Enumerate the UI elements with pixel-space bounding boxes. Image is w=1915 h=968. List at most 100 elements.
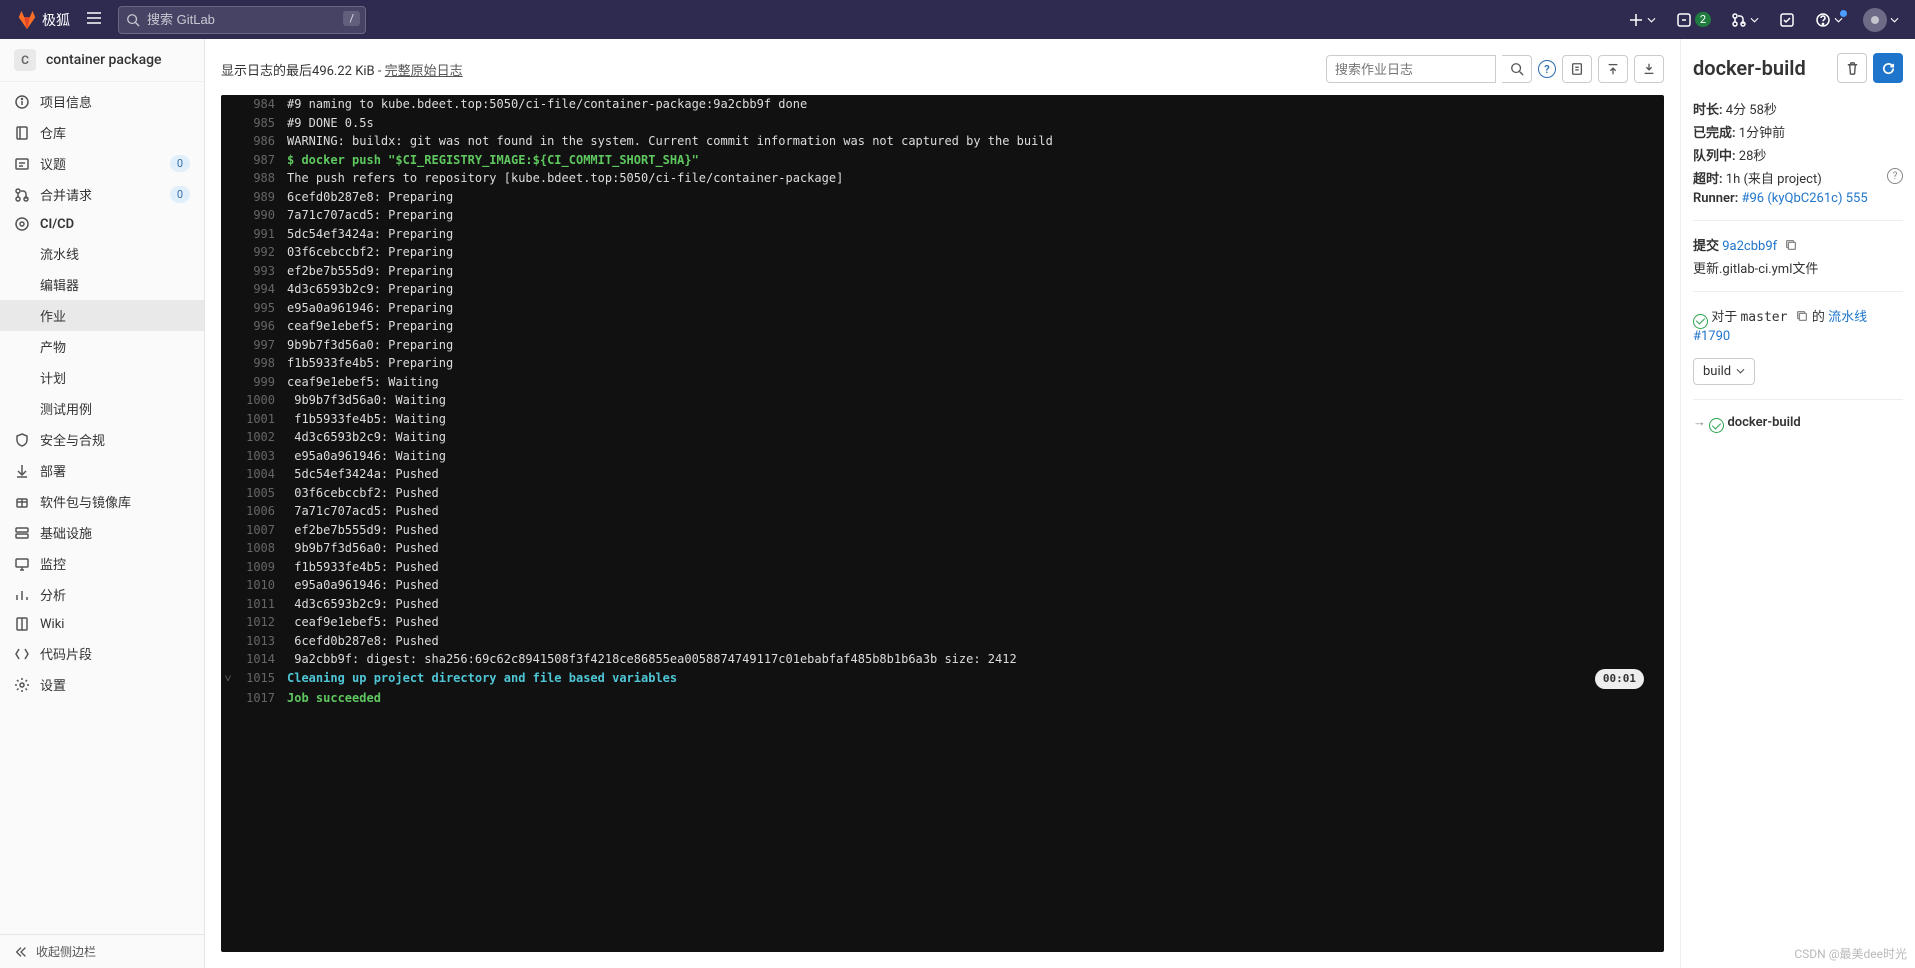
log-line: 99203f6cebccbf2: Preparing bbox=[221, 243, 1664, 262]
help-button[interactable]: ? bbox=[1538, 60, 1556, 78]
scroll-bottom-button[interactable] bbox=[1634, 55, 1664, 83]
user-menu[interactable] bbox=[1855, 2, 1907, 38]
log-line: 1010 e95a0a961946: Pushed bbox=[221, 576, 1664, 595]
sidebar-item[interactable]: 安全与合规 bbox=[0, 424, 204, 455]
timeout-help[interactable]: ? bbox=[1887, 168, 1903, 184]
scroll-top-button[interactable] bbox=[1598, 55, 1628, 83]
line-text: 03f6cebccbf2: Preparing bbox=[287, 243, 1664, 262]
sidebar-item[interactable]: 设置 bbox=[0, 669, 204, 700]
job-log-search-button[interactable] bbox=[1502, 55, 1532, 83]
job-log-console[interactable]: 984#9 naming to kube.bdeet.top:5050/ci-f… bbox=[221, 95, 1664, 952]
line-text: WARNING: buildx: git was not found in th… bbox=[287, 132, 1664, 151]
sidebar-item[interactable]: 测试用例 bbox=[0, 393, 204, 424]
line-text: 5dc54ef3424a: Preparing bbox=[287, 225, 1664, 244]
line-number: 997 bbox=[235, 336, 287, 355]
log-line: 985#9 DONE 0.5s bbox=[221, 114, 1664, 133]
commit-link[interactable]: 9a2cbb9f bbox=[1722, 239, 1777, 254]
sidebar-item[interactable]: 作业 bbox=[0, 300, 204, 331]
retry-job-button[interactable] bbox=[1873, 53, 1903, 83]
todos-shortcut[interactable] bbox=[1771, 6, 1803, 34]
log-pane: 显示日志的最后496.22 KiB - 完整原始日志 ? 984#9 namin… bbox=[205, 39, 1680, 968]
collapse-chevron bbox=[221, 151, 235, 170]
merge-requests-shortcut[interactable] bbox=[1723, 6, 1767, 34]
sidebar-item[interactable]: 软件包与镜像库 bbox=[0, 486, 204, 517]
delete-job-button[interactable] bbox=[1837, 53, 1867, 83]
sidebar-item[interactable]: Wiki bbox=[0, 610, 204, 638]
log-line: 9915dc54ef3424a: Preparing bbox=[221, 225, 1664, 244]
sidebar-item[interactable]: 合并请求0 bbox=[0, 179, 204, 210]
job-log-search-input[interactable] bbox=[1326, 55, 1496, 83]
sidebar-item[interactable]: 代码片段 bbox=[0, 638, 204, 669]
sidebar-item-label: 部署 bbox=[40, 461, 66, 480]
help-dropdown[interactable] bbox=[1807, 6, 1851, 34]
collapse-chevron bbox=[221, 354, 235, 373]
sidebar-item[interactable]: 计划 bbox=[0, 362, 204, 393]
top-navbar: 极狐 / 2 bbox=[0, 0, 1915, 39]
raw-log-link[interactable]: 完整原始日志 bbox=[385, 64, 463, 79]
sidebar-item-label: 基础设施 bbox=[40, 523, 92, 542]
line-text: 9b9b7f3d56a0: Waiting bbox=[287, 391, 1664, 410]
sidebar-item[interactable]: 监控 bbox=[0, 548, 204, 579]
line-number: 992 bbox=[235, 243, 287, 262]
collapse-chevron bbox=[221, 299, 235, 318]
runner-link[interactable]: #96 (kyQbC261c) 555 bbox=[1742, 191, 1868, 206]
log-line: 1004 5dc54ef3424a: Pushed bbox=[221, 465, 1664, 484]
current-job-row[interactable]: → docker-build bbox=[1693, 414, 1903, 434]
project-header[interactable]: C container package bbox=[0, 39, 204, 82]
collapse-chevron bbox=[221, 206, 235, 225]
collapse-chevron bbox=[221, 114, 235, 133]
line-number: 1005 bbox=[235, 484, 287, 503]
monitor-icon bbox=[14, 556, 30, 572]
chevron-down-icon bbox=[1736, 368, 1745, 374]
line-text: The push refers to repository [kube.bdee… bbox=[287, 169, 1664, 188]
sidebar-item[interactable]: CI/CD bbox=[0, 210, 204, 238]
brand-logo[interactable]: 极狐 bbox=[8, 9, 78, 31]
log-line: 1002 4d3c6593b2c9: Waiting bbox=[221, 428, 1664, 447]
collapse-chevron[interactable]: ˅ bbox=[221, 669, 235, 690]
download-raw-button[interactable] bbox=[1562, 55, 1592, 83]
line-text: e95a0a961946: Pushed bbox=[287, 576, 1664, 595]
topbar-right: 2 bbox=[1620, 2, 1907, 38]
log-header: 显示日志的最后496.22 KiB - 完整原始日志 ? bbox=[221, 47, 1664, 95]
hamburger-button[interactable] bbox=[78, 4, 110, 36]
stage-dropdown[interactable]: build bbox=[1693, 358, 1755, 385]
line-number: 984 bbox=[235, 95, 287, 114]
sidebar-item[interactable]: 产物 bbox=[0, 331, 204, 362]
line-text: ef2be7b555d9: Preparing bbox=[287, 262, 1664, 281]
sidebar-item[interactable]: 基础设施 bbox=[0, 517, 204, 548]
sidebar-item[interactable]: 议题0 bbox=[0, 148, 204, 179]
line-text: Cleaning up project directory and file b… bbox=[287, 669, 1664, 690]
collapse-chevron bbox=[221, 650, 235, 669]
line-text: #9 DONE 0.5s bbox=[287, 114, 1664, 133]
collapse-sidebar[interactable]: 收起侧边栏 bbox=[0, 934, 204, 968]
line-text: e95a0a961946: Waiting bbox=[287, 447, 1664, 466]
line-text: Job succeeded bbox=[287, 689, 1664, 708]
shield-icon bbox=[14, 432, 30, 448]
log-line: 1013 6cefd0b287e8: Pushed bbox=[221, 632, 1664, 651]
collapse-chevron bbox=[221, 280, 235, 299]
issues-shortcut[interactable]: 2 bbox=[1668, 6, 1719, 34]
sidebar-item[interactable]: 分析 bbox=[0, 579, 204, 610]
search-input[interactable] bbox=[118, 6, 366, 34]
create-dropdown[interactable] bbox=[1620, 6, 1664, 34]
sidebar-item[interactable]: 部署 bbox=[0, 455, 204, 486]
line-number: 1006 bbox=[235, 502, 287, 521]
line-number: 1000 bbox=[235, 391, 287, 410]
sidebar-item-label: 作业 bbox=[40, 306, 66, 325]
sidebar-item[interactable]: 流水线 bbox=[0, 238, 204, 269]
line-text: #9 naming to kube.bdeet.top:5050/ci-file… bbox=[287, 95, 1664, 114]
copy-icon[interactable] bbox=[1784, 238, 1798, 252]
sidebar-item[interactable]: 编辑器 bbox=[0, 269, 204, 300]
sidebar-item-label: 代码片段 bbox=[40, 644, 92, 663]
avatar bbox=[1863, 8, 1887, 32]
collapse-chevron bbox=[221, 262, 235, 281]
copy-branch-icon[interactable] bbox=[1795, 309, 1809, 323]
count-badge: 0 bbox=[170, 186, 190, 203]
line-number: 986 bbox=[235, 132, 287, 151]
sidebar-item[interactable]: 仓库 bbox=[0, 117, 204, 148]
detail-pane: docker-build 时长: 4分 58秒 已完成: 1分钟前 队列中: 2… bbox=[1680, 39, 1915, 968]
sidebar-item[interactable]: 项目信息 bbox=[0, 86, 204, 117]
line-number: 1002 bbox=[235, 428, 287, 447]
sidebar: C container package 项目信息仓库议题0合并请求0CI/CD流… bbox=[0, 39, 205, 968]
search-icon bbox=[126, 13, 140, 27]
